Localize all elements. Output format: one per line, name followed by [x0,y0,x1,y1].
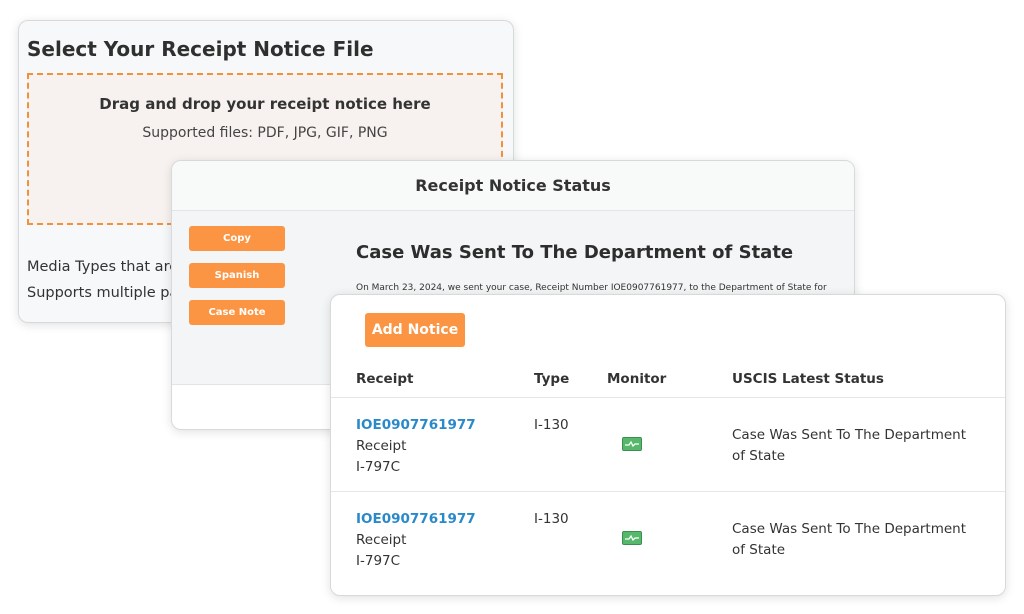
case-note-button[interactable]: Case Note [189,300,285,325]
receipt-label: Receipt [356,532,407,548]
row-divider [331,491,1005,492]
column-header-type: Type [534,371,570,387]
notice-table-panel: Add Notice Receipt Type Monitor USCIS La… [330,294,1006,596]
receipt-form: I-797C [356,459,401,475]
column-header-monitor: Monitor [607,371,667,387]
status-panel-title: Receipt Notice Status [172,161,854,211]
monitor-chart-icon[interactable] [622,437,642,451]
receipt-form: I-797C [356,553,401,569]
monitor-chart-icon[interactable] [622,531,642,545]
multiple-pages-text: Supports multiple pa [27,285,179,301]
receipt-type: I-130 [534,511,569,527]
uscis-status: Case Was Sent To The Department of State [732,427,967,464]
uscis-status: Case Was Sent To The Department of State [732,521,967,558]
receipt-type: I-130 [534,417,569,433]
case-status-title: Case Was Sent To The Department of State [356,242,794,263]
spanish-button[interactable]: Spanish [189,263,285,288]
copy-button[interactable]: Copy [189,226,285,251]
column-header-status: USCIS Latest Status [732,371,884,387]
dropzone-supported-files: Supported files: PDF, JPG, GIF, PNG [142,125,388,141]
media-types-text: Media Types that are [27,259,179,275]
receipt-label: Receipt [356,438,407,454]
case-status-description: On March 23, 2024, we sent your case, Re… [356,283,827,293]
column-header-receipt: Receipt [356,371,414,387]
dropzone-instruction: Drag and drop your receipt notice here [99,95,431,113]
add-notice-button[interactable]: Add Notice [365,313,465,347]
receipt-number-link[interactable]: IOE0907761977 [356,511,476,527]
receipt-number-link[interactable]: IOE0907761977 [356,417,476,433]
upload-title: Select Your Receipt Notice File [27,37,374,61]
header-divider [331,397,1005,398]
